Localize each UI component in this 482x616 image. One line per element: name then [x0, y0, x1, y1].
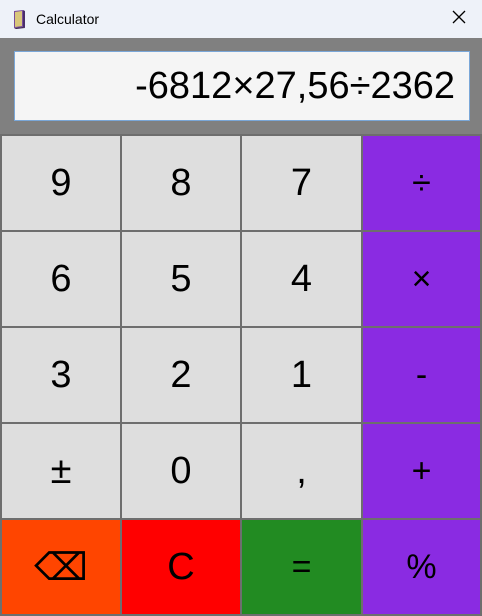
key-1[interactable]: 1	[240, 326, 363, 424]
backspace-button[interactable]: ⌫	[0, 518, 122, 616]
add-button[interactable]: +	[361, 422, 482, 520]
app-icon	[11, 9, 27, 29]
key-9[interactable]: 9	[0, 134, 122, 232]
key-3[interactable]: 3	[0, 326, 122, 424]
clear-button[interactable]: C	[120, 518, 242, 616]
key-4[interactable]: 4	[240, 230, 363, 328]
divide-button[interactable]: ÷	[361, 134, 482, 232]
equals-button[interactable]: =	[240, 518, 363, 616]
key-0[interactable]: 0	[120, 422, 242, 520]
keypad: 9 8 7 ÷ 6 5 4 × 3 2 1 - ± 0 , + ⌫ C = %	[0, 134, 482, 616]
display-area: -6812×27,56÷2362	[0, 38, 482, 134]
key-5[interactable]: 5	[120, 230, 242, 328]
expression-display: -6812×27,56÷2362	[14, 51, 470, 121]
title-bar: Calculator	[0, 0, 482, 38]
key-7[interactable]: 7	[240, 134, 363, 232]
calculator-window: Calculator -6812×27,56÷2362 9 8 7 ÷ 6 5 …	[0, 0, 482, 616]
key-2[interactable]: 2	[120, 326, 242, 424]
percent-button[interactable]: %	[361, 518, 482, 616]
decimal-comma-button[interactable]: ,	[240, 422, 363, 520]
key-6[interactable]: 6	[0, 230, 122, 328]
close-button[interactable]	[436, 0, 482, 38]
subtract-button[interactable]: -	[361, 326, 482, 424]
close-icon	[452, 10, 466, 29]
sign-toggle-button[interactable]: ±	[0, 422, 122, 520]
key-8[interactable]: 8	[120, 134, 242, 232]
window-title: Calculator	[36, 11, 100, 27]
multiply-button[interactable]: ×	[361, 230, 482, 328]
